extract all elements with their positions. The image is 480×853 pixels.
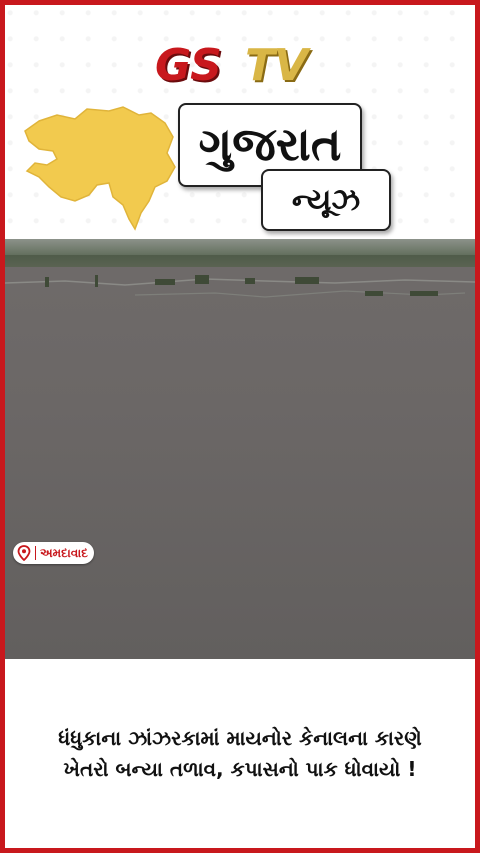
gstv-logo: GS TV — [155, 41, 330, 91]
news-subtitle-box: ન્યૂઝ — [261, 169, 391, 231]
section-title: ગુજરાત — [198, 117, 342, 171]
headline-caption: ધંધુકાના ઝાંઝરકામાં માયનોર કેનાલના કારણે… — [58, 725, 422, 781]
header-banner: GS TV ગુજરાત ન્યૂઝ — [5, 5, 475, 239]
post-frame: GS TV ગુજરાત ન્યૂઝ અમદાવાદ ધંધુકાના ઝાંઝ… — [0, 0, 480, 853]
flooded-field-photo: અમદાવાદ — [5, 239, 475, 659]
location-tag: અમદાવાદ — [13, 542, 94, 564]
gujarat-map-icon — [24, 106, 176, 231]
logo-tv: TV — [245, 40, 308, 91]
logo-gs: GS — [155, 40, 222, 91]
photo-bank — [5, 255, 475, 267]
caption-panel: ધંધુકાના ઝાંઝરકામાં માયનોર કેનાલના કારણે… — [5, 659, 475, 848]
photo-reeds — [5, 275, 475, 298]
section-subtitle: ન્યૂઝ — [291, 182, 361, 218]
location-label: અમદાવાદ — [40, 546, 88, 560]
location-pin-icon — [17, 545, 31, 561]
location-separator — [35, 546, 36, 560]
